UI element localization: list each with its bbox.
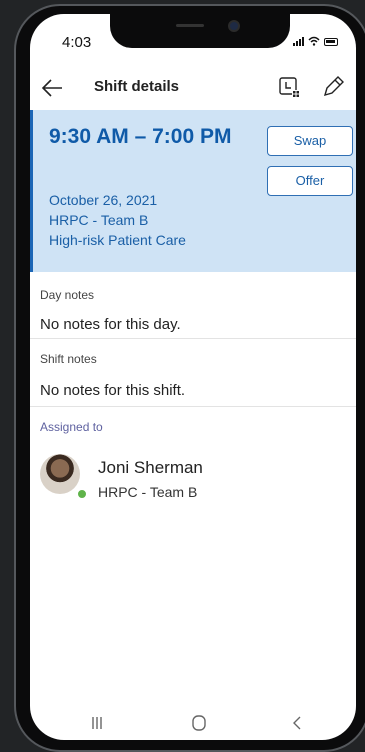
speaker-grille	[176, 24, 204, 27]
assigned-to-label: Assigned to	[40, 420, 103, 434]
shift-notes-text: No notes for this shift.	[40, 382, 186, 399]
system-nav-bar	[30, 706, 356, 740]
front-camera	[228, 20, 240, 32]
recent-apps-button[interactable]	[84, 712, 110, 734]
offer-button[interactable]: Offer	[267, 166, 353, 196]
presence-available-icon	[76, 488, 88, 500]
timeclock-button[interactable]	[276, 74, 302, 100]
battery-icon	[324, 38, 338, 46]
back-button[interactable]	[40, 76, 66, 100]
timeclock-icon	[279, 77, 300, 98]
pencil-icon	[323, 76, 344, 97]
shift-date: October 26, 2021	[49, 192, 158, 208]
app-screen: 4:03 Shift details 9:30 AM – 7:00 PM Oct…	[30, 14, 356, 740]
status-bar: 4:03	[30, 14, 356, 64]
assignee-name[interactable]: Joni Sherman	[98, 458, 203, 478]
back-arrow-icon	[41, 79, 62, 97]
assignee-team: HRPC - Team B	[98, 484, 198, 500]
shift-info: October 26, 2021 HRPC - Team B High-risk…	[49, 190, 186, 250]
swap-button[interactable]: Swap	[267, 126, 353, 156]
page-title: Shift details	[94, 78, 180, 95]
day-notes-text: No notes for this day.	[40, 316, 181, 333]
home-icon	[192, 715, 206, 731]
avatar[interactable]	[40, 454, 80, 494]
shift-group: High-risk Patient Care	[49, 232, 186, 248]
chevron-left-icon	[293, 716, 301, 730]
status-time: 4:03	[62, 34, 92, 51]
day-notes-label: Day notes	[40, 288, 95, 302]
home-button[interactable]	[186, 712, 212, 734]
shift-time-range: 9:30 AM – 7:00 PM	[49, 125, 232, 148]
divider	[30, 338, 356, 339]
divider	[30, 406, 356, 407]
app-header: Shift details	[30, 66, 356, 110]
camera-notch	[110, 14, 290, 48]
shift-notes-label: Shift notes	[40, 352, 97, 366]
system-icons	[293, 36, 338, 46]
shift-summary: 9:30 AM – 7:00 PM October 26, 2021 HRPC …	[30, 110, 356, 272]
signal-icon	[293, 37, 304, 46]
edit-button[interactable]	[320, 74, 346, 100]
wifi-icon	[308, 36, 320, 46]
recent-apps-icon	[92, 717, 102, 729]
nav-back-button[interactable]	[284, 712, 310, 734]
shift-team: HRPC - Team B	[49, 212, 149, 228]
